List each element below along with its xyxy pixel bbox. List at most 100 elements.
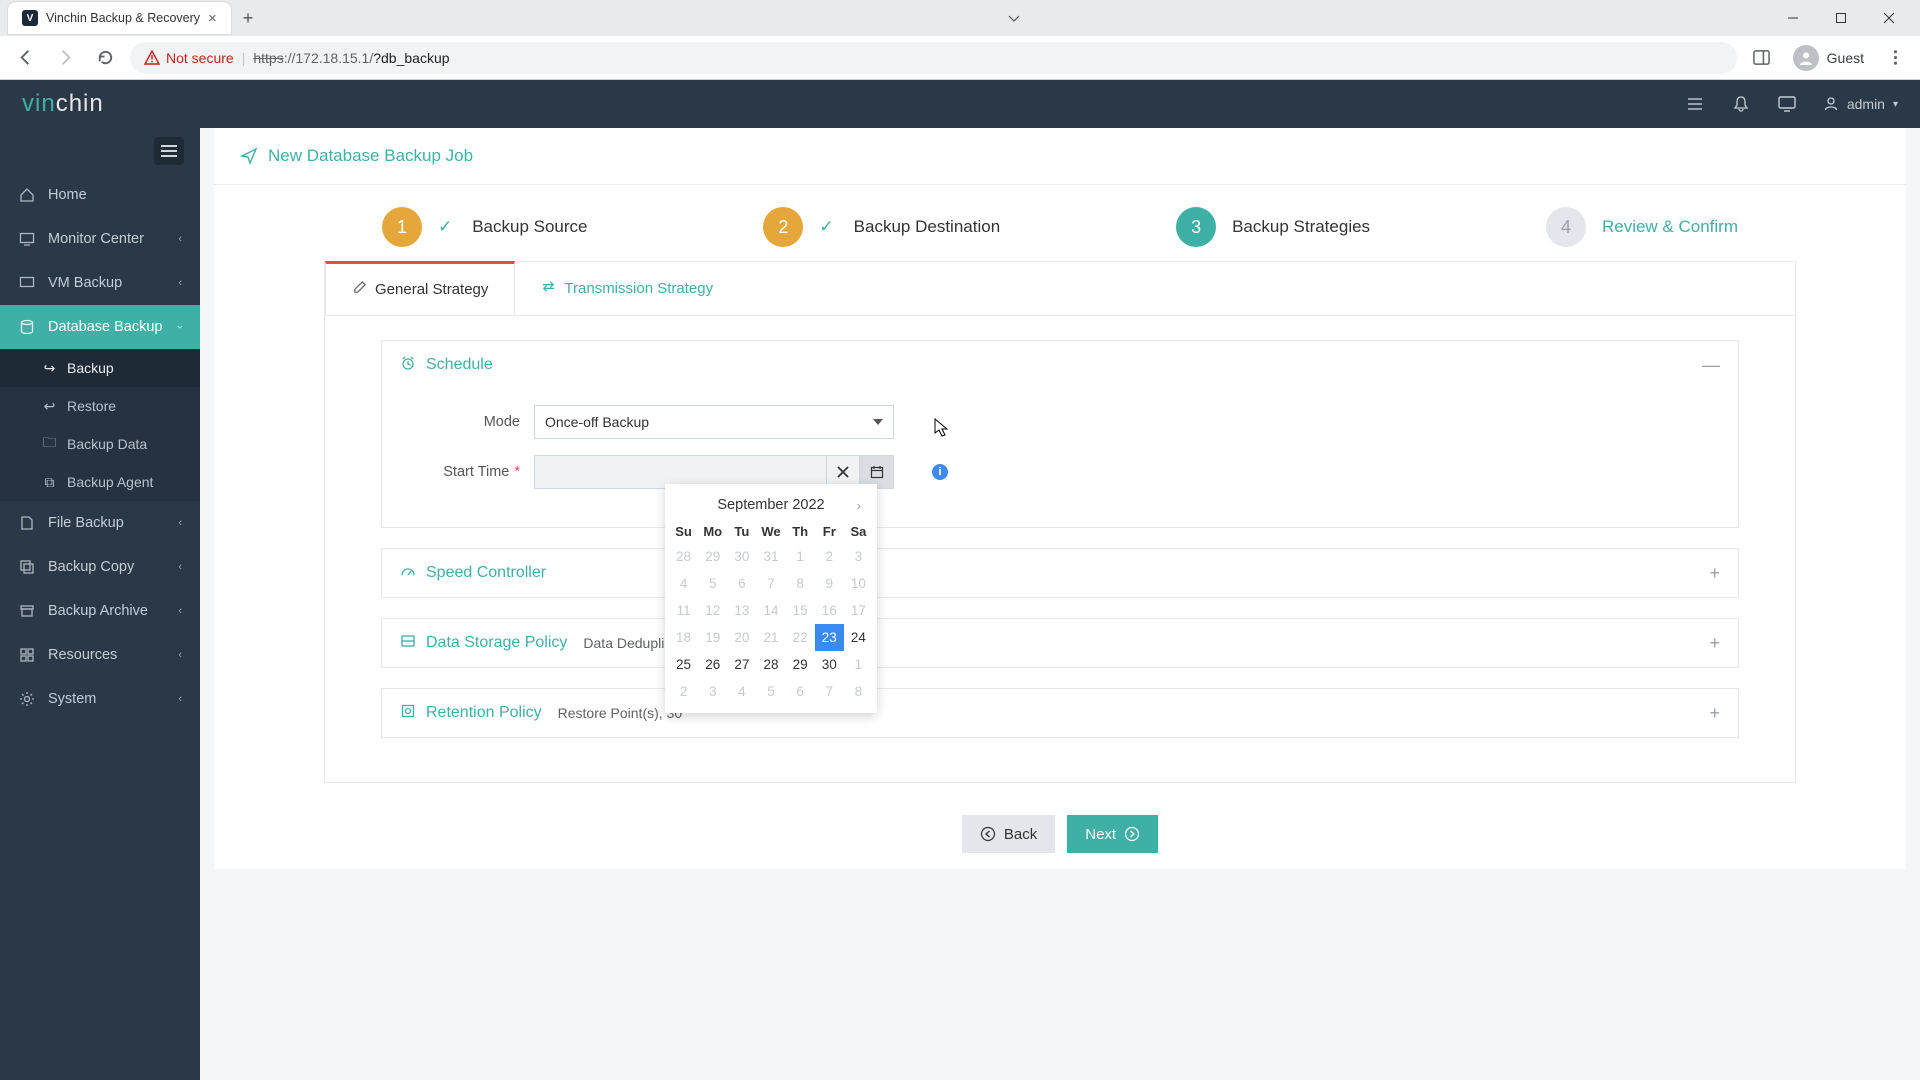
sidebar-item-database-backup[interactable]: Database Backup ‹ (0, 305, 200, 349)
calendar-day[interactable]: 8 (786, 570, 815, 597)
sidebar-sub-label: Backup (67, 360, 114, 376)
back-icon[interactable] (10, 43, 40, 73)
tab-label: Transmission Strategy (564, 280, 713, 297)
sidebar-item-home[interactable]: Home (0, 173, 200, 217)
expand-icon[interactable]: + (1709, 703, 1720, 724)
sidebar-item-vm-backup[interactable]: VM Backup ‹ (0, 261, 200, 305)
calendar-day[interactable]: 3 (844, 543, 873, 570)
tab-transmission-strategy[interactable]: Transmission Strategy (515, 262, 739, 315)
calendar-day[interactable]: 13 (727, 597, 756, 624)
maximize-icon[interactable] (1818, 2, 1864, 34)
calendar-day[interactable]: 28 (756, 651, 785, 678)
step-3[interactable]: 3 Backup Strategies (1176, 207, 1370, 247)
calendar-day[interactable]: 16 (815, 597, 844, 624)
list-view-icon[interactable] (1685, 94, 1705, 114)
sidebar-item-backup-archive[interactable]: Backup Archive ‹ (0, 589, 200, 633)
sidebar-item-resources[interactable]: Resources ‹ (0, 633, 200, 677)
user-menu[interactable]: admin ▾ (1823, 96, 1898, 112)
calendar-day[interactable]: 6 (727, 570, 756, 597)
calendar-day[interactable]: 21 (756, 624, 785, 651)
step-2[interactable]: 2 ✓ Backup Destination (763, 207, 1000, 247)
sidebar-item-monitor[interactable]: Monitor Center ‹ (0, 217, 200, 261)
calendar-day[interactable]: 11 (669, 597, 698, 624)
sidebar-item-backup-copy[interactable]: Backup Copy ‹ (0, 545, 200, 589)
address-bar[interactable]: Not secure | https://172.18.15.1/?db_bac… (130, 42, 1737, 74)
calendar-day[interactable]: 29 (786, 651, 815, 678)
info-icon[interactable]: i (932, 464, 948, 480)
calendar-dow: Su (669, 520, 698, 543)
calendar-day[interactable]: 24 (844, 624, 873, 651)
calendar-day[interactable]: 19 (698, 624, 727, 651)
sidebar-sub-backup[interactable]: ↪Backup (0, 349, 200, 387)
new-tab-button[interactable]: + (235, 4, 262, 33)
calendar-day[interactable]: 10 (844, 570, 873, 597)
calendar-day[interactable]: 7 (756, 570, 785, 597)
reload-icon[interactable] (90, 43, 120, 73)
calendar-day[interactable]: 9 (815, 570, 844, 597)
kebab-menu-icon[interactable] (1880, 43, 1910, 73)
calendar-day[interactable]: 23 (815, 624, 844, 651)
bell-icon[interactable] (1731, 94, 1751, 114)
close-window-icon[interactable] (1866, 2, 1912, 34)
sidebar-toggle[interactable] (154, 137, 184, 165)
sidebar-item-system[interactable]: System ‹ (0, 677, 200, 721)
sidebar-item-label: Resources (48, 647, 117, 663)
panel-header-retention[interactable]: Retention Policy Restore Point(s), 30 + (382, 689, 1738, 737)
next-button[interactable]: Next (1067, 815, 1158, 853)
close-tab-icon[interactable]: × (208, 10, 217, 27)
profile-button[interactable]: Guest (1783, 41, 1874, 75)
tabs-menu-icon[interactable] (998, 2, 1030, 34)
collapse-icon[interactable]: — (1702, 355, 1720, 376)
calendar-day[interactable]: 22 (786, 624, 815, 651)
calendar-day[interactable]: 8 (844, 678, 873, 705)
user-icon (1823, 96, 1839, 112)
calendar-day[interactable]: 26 (698, 651, 727, 678)
browser-tab[interactable]: V Vinchin Backup & Recovery × (8, 2, 231, 34)
minimize-icon[interactable] (1770, 2, 1816, 34)
expand-icon[interactable]: + (1709, 633, 1720, 654)
panel-header-storage[interactable]: Data Storage Policy Data Deduplication: … (382, 619, 1738, 667)
calendar-day[interactable]: 14 (756, 597, 785, 624)
calendar-day[interactable]: 7 (815, 678, 844, 705)
sidebar-item-label: VM Backup (48, 275, 122, 291)
calendar-day[interactable]: 3 (698, 678, 727, 705)
calendar-day[interactable]: 25 (669, 651, 698, 678)
panel-header-speed[interactable]: Speed Controller + (382, 549, 1738, 597)
calendar-day[interactable]: 12 (698, 597, 727, 624)
calendar-day[interactable]: 15 (786, 597, 815, 624)
calendar-day[interactable]: 28 (669, 543, 698, 570)
calendar-day[interactable]: 27 (727, 651, 756, 678)
calendar-day[interactable]: 20 (727, 624, 756, 651)
calendar-day[interactable]: 1 (844, 651, 873, 678)
calendar-day[interactable]: 4 (727, 678, 756, 705)
date-picker[interactable]: September 2022 › SuMoTuWeThFrSa 28293031… (665, 484, 877, 713)
calendar-day[interactable]: 30 (727, 543, 756, 570)
sidebar-sub-backup-data[interactable]: 🗀Backup Data (0, 425, 200, 463)
forward-icon[interactable] (50, 43, 80, 73)
calendar-day[interactable]: 17 (844, 597, 873, 624)
step-4[interactable]: 4 Review & Confirm (1546, 207, 1738, 247)
tab-general-strategy[interactable]: General Strategy (325, 261, 515, 315)
sidebar-sub-restore[interactable]: ↩Restore (0, 387, 200, 425)
calendar-day[interactable]: 31 (756, 543, 785, 570)
calendar-day[interactable]: 29 (698, 543, 727, 570)
mode-select[interactable]: Once-off Backup (534, 405, 894, 439)
calendar-day[interactable]: 1 (786, 543, 815, 570)
calendar-day[interactable]: 30 (815, 651, 844, 678)
panel-header-schedule[interactable]: Schedule — (382, 341, 1738, 389)
monitor-icon[interactable] (1777, 94, 1797, 114)
expand-icon[interactable]: + (1709, 563, 1720, 584)
calendar-day[interactable]: 5 (756, 678, 785, 705)
calendar-day[interactable]: 18 (669, 624, 698, 651)
step-1[interactable]: 1 ✓ Backup Source (382, 207, 588, 247)
calendar-day[interactable]: 5 (698, 570, 727, 597)
back-button[interactable]: Back (962, 815, 1055, 853)
sidebar-item-file-backup[interactable]: File Backup ‹ (0, 501, 200, 545)
calendar-day[interactable]: 6 (786, 678, 815, 705)
side-panel-icon[interactable] (1747, 43, 1777, 73)
calendar-day[interactable]: 4 (669, 570, 698, 597)
calendar-day[interactable]: 2 (815, 543, 844, 570)
calendar-day[interactable]: 2 (669, 678, 698, 705)
sidebar-sub-backup-agent[interactable]: ⧉Backup Agent (0, 463, 200, 501)
calendar-next-icon[interactable]: › (851, 494, 867, 517)
